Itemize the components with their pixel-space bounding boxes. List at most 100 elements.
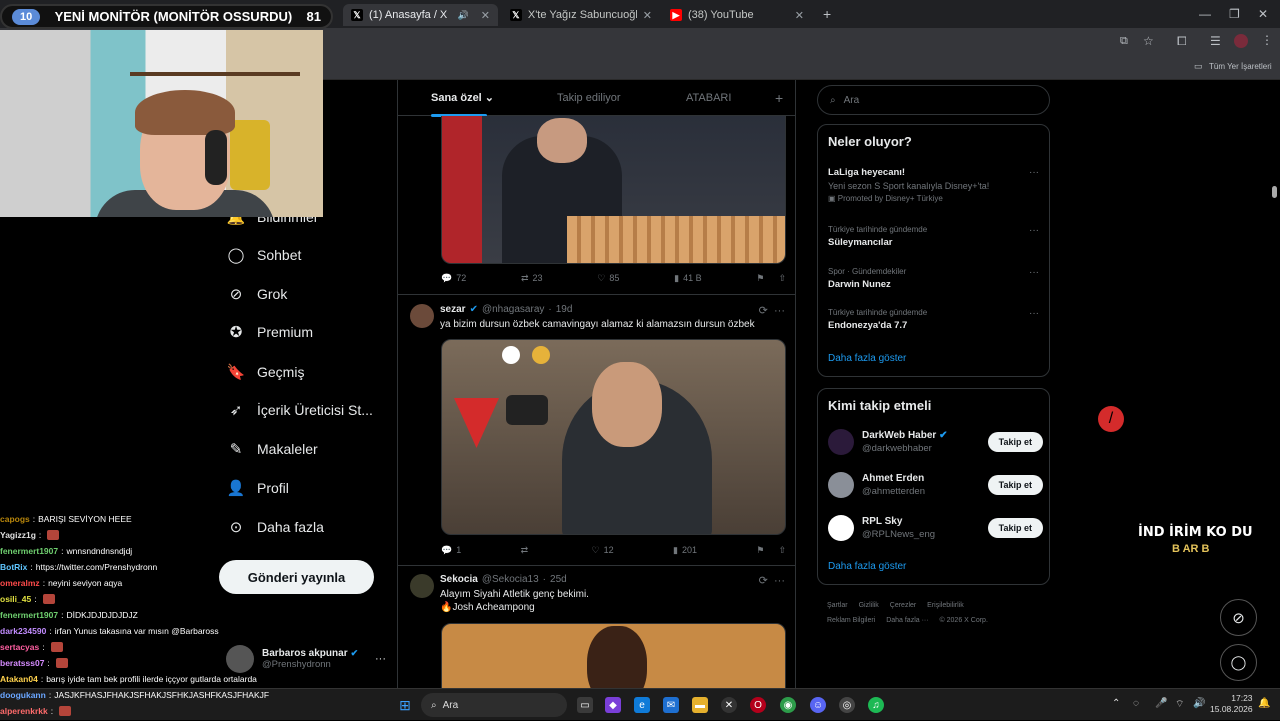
menu-icon[interactable]: ⋮: [1261, 33, 1273, 47]
bookmark-button[interactable]: ⚑ ⇧: [756, 273, 786, 284]
tab-atabari[interactable]: ATABARI: [686, 92, 731, 104]
tab-youtube[interactable]: ▶ (38) YouTube ✕: [662, 4, 812, 26]
volume-icon[interactable]: 🔊: [1193, 698, 1205, 709]
nav-bookmarks[interactable]: 🔖 Geçmiş: [227, 360, 305, 384]
tweet-time[interactable]: 25d: [550, 574, 567, 585]
avatar[interactable]: [410, 574, 434, 598]
more-icon[interactable]: ⟳ ···: [759, 574, 785, 587]
chat-username[interactable]: Atakan04: [0, 671, 38, 687]
nav-profile[interactable]: 👤 Profil: [227, 476, 289, 500]
new-tab-button[interactable]: +: [823, 6, 831, 22]
opera-icon[interactable]: O: [750, 697, 766, 713]
chat-username[interactable]: omeralmz: [0, 575, 40, 591]
close-icon[interactable]: ✕: [481, 9, 490, 22]
chat-username[interactable]: alperenkrkk: [0, 703, 48, 719]
trend-item[interactable]: Türkiye tarihinde gündemde Süleymancılar…: [828, 225, 1043, 248]
tweet-handle[interactable]: @Sekocia13: [482, 574, 539, 585]
search-input[interactable]: ⌕ Ara: [817, 85, 1050, 115]
speaker-icon[interactable]: 🔊: [458, 10, 469, 21]
profile-avatar[interactable]: [1234, 34, 1248, 48]
discord-icon[interactable]: ☺: [810, 697, 826, 713]
start-icon[interactable]: ⊞: [397, 697, 413, 713]
add-tab-icon[interactable]: +: [775, 90, 783, 106]
taskbar-search[interactable]: ⌕ Ara: [421, 693, 567, 717]
network-icon[interactable]: ◌: [1133, 698, 1139, 709]
retweet-button[interactable]: ⇄ 23: [521, 273, 543, 284]
edge-icon[interactable]: e: [634, 697, 650, 713]
footer-link[interactable]: Şartlar: [827, 602, 848, 609]
avatar[interactable]: [828, 472, 854, 498]
chat-username[interactable]: Yagizz1g: [0, 527, 36, 543]
nav-grok[interactable]: ⊘ Grok: [228, 282, 288, 306]
chat-username[interactable]: osili_45: [0, 591, 31, 607]
copilot-icon[interactable]: ◆: [605, 697, 621, 713]
nav-creator-studio[interactable]: ➶ İçerik Üreticisi St...: [228, 398, 373, 422]
tweet-media[interactable]: [441, 116, 786, 264]
tab-following[interactable]: Takip ediliyor: [557, 92, 621, 104]
close-icon[interactable]: ✕: [795, 9, 804, 22]
reading-list-icon[interactable]: ☰: [1210, 34, 1221, 48]
trend-item[interactable]: Türkiye tarihinde gündemde Endonezya'da …: [828, 308, 1043, 331]
follow-button[interactable]: Takip et: [987, 518, 1043, 538]
notification-icon[interactable]: 🔔: [1258, 698, 1270, 709]
extensions-icon[interactable]: ⧠: [1177, 34, 1187, 49]
wifi-icon[interactable]: ⌔: [1175, 698, 1184, 711]
task-view-icon[interactable]: ▭: [577, 697, 593, 713]
scrollbar-thumb[interactable]: [1272, 186, 1277, 198]
nav-articles[interactable]: ✎ Makaleler: [228, 437, 318, 461]
trends-show-more[interactable]: Daha fazla göster: [828, 353, 906, 364]
microphone-icon[interactable]: 🎤: [1155, 698, 1167, 709]
footer-link[interactable]: Erişilebilirlik: [927, 602, 964, 609]
tab-for-you[interactable]: Sana özel ⌄: [431, 91, 494, 104]
who-to-follow-show-more[interactable]: Daha fazla göster: [828, 561, 906, 572]
chat-username[interactable]: doogukann: [0, 687, 46, 703]
footer-link[interactable]: Reklam Bilgileri: [827, 617, 875, 624]
maximize-button[interactable]: ❐: [1229, 7, 1240, 21]
follow-button[interactable]: Takip et: [987, 475, 1043, 495]
close-window-button[interactable]: ✕: [1258, 7, 1268, 21]
reply-button[interactable]: 💬 1: [441, 545, 461, 556]
chevron-up-icon[interactable]: ⌃: [1112, 698, 1120, 709]
tweet-media[interactable]: [441, 623, 786, 688]
like-button[interactable]: ♡ 12: [592, 545, 614, 556]
chat-icon[interactable]: ◯: [1220, 644, 1257, 681]
bookmark-button[interactable]: ⚑ ⇧: [756, 545, 786, 556]
close-icon[interactable]: ✕: [643, 9, 652, 22]
tweet-author[interactable]: Sekocia: [440, 574, 478, 585]
views-button[interactable]: ▮ 41 B: [674, 273, 701, 284]
retweet-button[interactable]: ⇄: [521, 545, 533, 556]
star-icon[interactable]: ☆: [1143, 34, 1154, 48]
like-button[interactable]: ♡ 85: [597, 273, 619, 284]
footer-link[interactable]: Daha fazla ···: [886, 617, 928, 624]
grok-icon[interactable]: ⊘: [1220, 599, 1257, 636]
minimize-button[interactable]: —: [1199, 7, 1211, 21]
file-explorer-icon[interactable]: ▬: [692, 697, 708, 713]
tweet-media[interactable]: [441, 339, 786, 535]
trend-item[interactable]: Spor · Gündemdekiler Darwin Nunez ···: [828, 267, 1043, 290]
obs-icon[interactable]: ◎: [839, 697, 855, 713]
follow-button[interactable]: Takip et: [987, 432, 1043, 452]
taskbar-clock[interactable]: 17:23 15.08.2026: [1210, 693, 1253, 715]
avatar[interactable]: [828, 515, 854, 541]
tweet-handle[interactable]: @nhagasaray: [482, 304, 544, 315]
spotify-icon[interactable]: ♫: [868, 697, 884, 713]
tab-x-post[interactable]: 𝕏 X'te Yağız Sabuncuoğlu: "ÖZEL ✕: [502, 4, 660, 26]
chat-username[interactable]: dark234590: [0, 623, 46, 639]
footer-link[interactable]: Gizlilik: [859, 602, 879, 609]
tweet-author[interactable]: sezar: [440, 304, 466, 315]
avatar[interactable]: [410, 304, 434, 328]
chat-username[interactable]: beratsss07: [0, 655, 44, 671]
all-bookmarks-link[interactable]: Tüm Yer İşaretleri: [1209, 62, 1272, 71]
tab-home-x[interactable]: 𝕏 (1) Anasayfa / X 🔊 ✕: [343, 4, 498, 26]
chat-username[interactable]: fenermert1907: [0, 607, 58, 623]
tweet-time[interactable]: 19d: [556, 304, 573, 315]
footer-link[interactable]: Çerezler: [890, 602, 916, 609]
views-button[interactable]: ▮ 201: [673, 545, 697, 556]
more-icon[interactable]: ⟳ ···: [759, 304, 785, 317]
avatar[interactable]: [828, 429, 854, 455]
cast-icon[interactable]: ⧉: [1120, 35, 1128, 48]
nav-chat[interactable]: ◯ Sohbet: [228, 243, 302, 267]
chrome-icon[interactable]: ◉: [780, 697, 796, 713]
reply-button[interactable]: 💬 72: [441, 273, 466, 284]
outlook-icon[interactable]: ✉: [663, 697, 679, 713]
